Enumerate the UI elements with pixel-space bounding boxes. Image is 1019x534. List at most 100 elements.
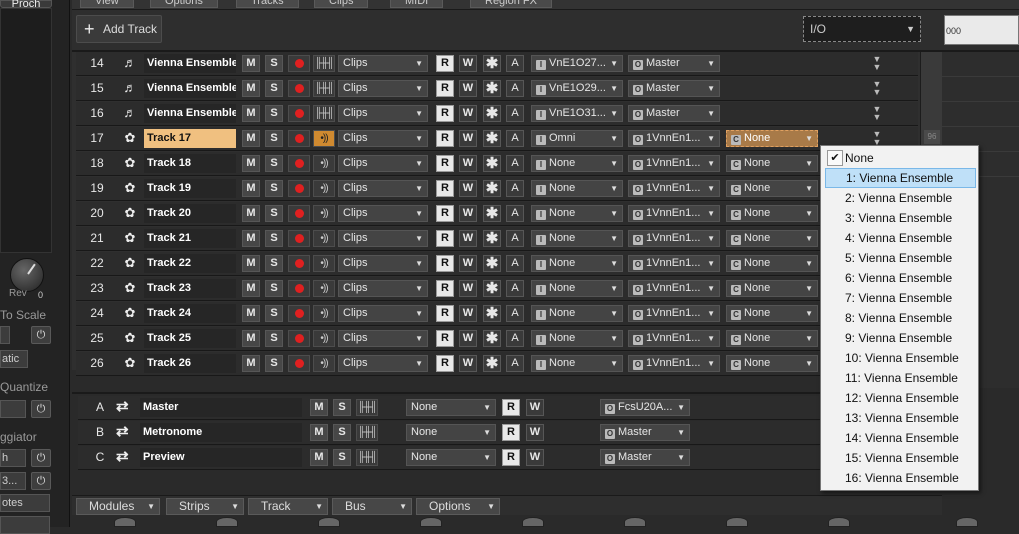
- write-button[interactable]: W: [459, 330, 477, 347]
- strip-knob[interactable]: [216, 517, 238, 527]
- clips-select[interactable]: Clips ▼: [338, 130, 428, 147]
- read-button[interactable]: R: [436, 105, 454, 122]
- track-name[interactable]: Vienna Ensemble: [144, 104, 236, 123]
- write-button[interactable]: W: [526, 399, 544, 416]
- arp-rate-select[interactable]: 3...: [0, 472, 26, 490]
- automation-button[interactable]: A: [506, 255, 524, 272]
- clips-select[interactable]: Clips ▼: [338, 230, 428, 247]
- record-button[interactable]: [288, 230, 310, 247]
- bus-name[interactable]: Master: [140, 398, 302, 417]
- read-button[interactable]: R: [502, 424, 520, 441]
- clips-select[interactable]: Clips ▼: [338, 280, 428, 297]
- output-select[interactable]: O 1VnnEn1... ▼: [628, 155, 720, 172]
- track-row[interactable]: 18 ✿ Track 18 M S •)) Clips ▼ R W ✱ A I No…: [76, 152, 918, 176]
- read-button[interactable]: R: [436, 130, 454, 147]
- menu-item[interactable]: 1: Vienna Ensemble: [825, 168, 976, 188]
- mute-button[interactable]: M: [242, 130, 260, 147]
- mute-button[interactable]: M: [242, 230, 260, 247]
- bus-row[interactable]: A ⇄ Master M S ╟╫╢ None ▼ R W O FcsU20A...…: [78, 396, 938, 420]
- write-button[interactable]: W: [526, 424, 544, 441]
- output-select[interactable]: O 1VnnEn1... ▼: [628, 255, 720, 272]
- channel-select[interactable]: C None ▼: [726, 280, 818, 297]
- strip-knob[interactable]: [522, 517, 544, 527]
- solo-button[interactable]: S: [265, 105, 283, 122]
- input-echo-icon[interactable]: •)): [313, 230, 335, 247]
- star-icon[interactable]: ✱: [483, 230, 501, 247]
- tab-options[interactable]: Options ▼: [416, 498, 500, 515]
- arp-select[interactable]: h: [0, 449, 26, 467]
- channel-select[interactable]: C None ▼: [726, 130, 818, 147]
- read-button[interactable]: R: [502, 399, 520, 416]
- add-track-button[interactable]: + Add Track: [76, 15, 162, 43]
- record-button[interactable]: [288, 130, 310, 147]
- input-select[interactable]: I None ▼: [531, 355, 623, 372]
- mute-button[interactable]: M: [242, 255, 260, 272]
- mute-button[interactable]: M: [242, 205, 260, 222]
- write-button[interactable]: W: [459, 130, 477, 147]
- strip-knob[interactable]: [624, 517, 646, 527]
- solo-button[interactable]: S: [265, 55, 283, 72]
- read-button[interactable]: R: [436, 330, 454, 347]
- track-row[interactable]: 17 ✿ Track 17 M S •)) Clips ▼ R W ✱ A I Om…: [76, 127, 918, 151]
- solo-button[interactable]: S: [265, 155, 283, 172]
- track-row[interactable]: 16 ♬ Vienna Ensemble M S ╟╫╢ Clips ▼ R W …: [76, 102, 918, 126]
- write-button[interactable]: W: [459, 155, 477, 172]
- read-button[interactable]: R: [436, 305, 454, 322]
- record-button[interactable]: [288, 105, 310, 122]
- input-select[interactable]: I None ▼: [531, 155, 623, 172]
- input-echo-icon[interactable]: •)): [313, 205, 335, 222]
- input-select[interactable]: I VnE1O27... ▼: [531, 55, 623, 72]
- read-button[interactable]: R: [436, 180, 454, 197]
- clips-select[interactable]: Clips ▼: [338, 305, 428, 322]
- solo-button[interactable]: S: [265, 355, 283, 372]
- strip-knob[interactable]: [420, 517, 442, 527]
- write-button[interactable]: W: [459, 355, 477, 372]
- input-echo-icon[interactable]: •)): [313, 155, 335, 172]
- read-button[interactable]: R: [502, 449, 520, 466]
- solo-button[interactable]: S: [265, 205, 283, 222]
- waveform-icon[interactable]: ╟╫╢: [356, 399, 378, 416]
- output-select[interactable]: O Master ▼: [628, 55, 720, 72]
- quantize-select[interactable]: [0, 400, 26, 418]
- mute-button[interactable]: M: [242, 105, 260, 122]
- timeline-ruler[interactable]: 000: [944, 15, 1019, 45]
- solo-button[interactable]: S: [265, 330, 283, 347]
- strip-knob[interactable]: [828, 517, 850, 527]
- read-button[interactable]: R: [436, 205, 454, 222]
- input-echo-icon[interactable]: •)): [313, 355, 335, 372]
- star-icon[interactable]: ✱: [483, 155, 501, 172]
- waveform-icon[interactable]: ╟╫╢: [313, 105, 335, 122]
- record-button[interactable]: [288, 255, 310, 272]
- track-name[interactable]: Track 20: [144, 204, 236, 223]
- fold-icon[interactable]: ▼▼: [870, 55, 884, 72]
- track-row[interactable]: 26 ✿ Track 26 M S •)) Clips ▼ R W ✱ A I No…: [76, 352, 918, 376]
- record-button[interactable]: [288, 305, 310, 322]
- menu-item[interactable]: 9: Vienna Ensemble: [825, 328, 976, 348]
- automation-button[interactable]: A: [506, 355, 524, 372]
- menu-clips[interactable]: Clips: [314, 0, 369, 8]
- strip-knob[interactable]: [956, 517, 978, 527]
- menu-view[interactable]: View: [80, 0, 134, 8]
- waveform-icon[interactable]: ╟╫╢: [356, 424, 378, 441]
- channel-select[interactable]: C None ▼: [726, 205, 818, 222]
- menu-item[interactable]: 14: Vienna Ensemble: [825, 428, 976, 448]
- menu-item[interactable]: 2: Vienna Ensemble: [825, 188, 976, 208]
- write-button[interactable]: W: [459, 105, 477, 122]
- clips-select[interactable]: Clips ▼: [338, 205, 428, 222]
- mute-button[interactable]: M: [310, 424, 328, 441]
- output-select[interactable]: O 1VnnEn1... ▼: [628, 305, 720, 322]
- read-button[interactable]: R: [436, 280, 454, 297]
- bus-output-select[interactable]: O Master ▼: [600, 449, 690, 466]
- solo-button[interactable]: S: [265, 305, 283, 322]
- record-button[interactable]: [288, 280, 310, 297]
- strip-knob[interactable]: [318, 517, 340, 527]
- menu-options[interactable]: Options: [150, 0, 218, 8]
- channel-select[interactable]: C None ▼: [726, 155, 818, 172]
- waveform-icon[interactable]: ╟╫╢: [356, 449, 378, 466]
- automation-button[interactable]: A: [506, 155, 524, 172]
- input-select[interactable]: I Omni ▼: [531, 130, 623, 147]
- clips-select[interactable]: Clips ▼: [338, 355, 428, 372]
- input-echo-icon[interactable]: •)): [313, 330, 335, 347]
- automation-button[interactable]: A: [506, 230, 524, 247]
- mute-button[interactable]: M: [242, 55, 260, 72]
